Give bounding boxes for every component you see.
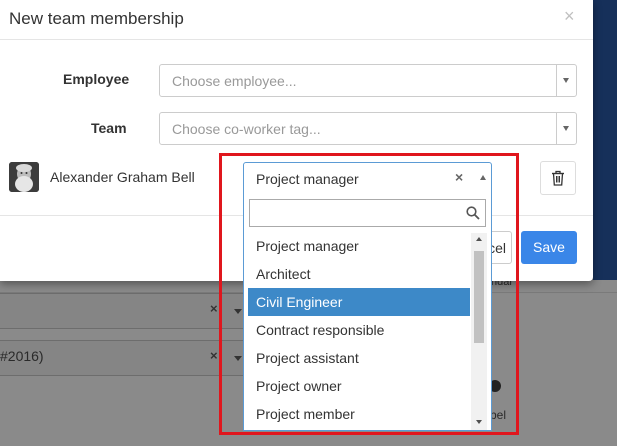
employee-select-toggle[interactable]: [556, 65, 576, 96]
dropdown-option[interactable]: Project owner: [248, 372, 470, 400]
clear-icon[interactable]: ×: [455, 169, 463, 185]
dropdown-search-input[interactable]: [249, 199, 486, 227]
scroll-down-icon[interactable]: [476, 420, 482, 424]
avatar: [9, 162, 39, 192]
save-button[interactable]: Save: [521, 231, 577, 264]
avatar-portrait: [9, 162, 39, 192]
dropdown-option[interactable]: Project assistant: [248, 344, 470, 372]
employee-label: Employee: [63, 71, 130, 87]
background-caret-icon: [234, 309, 242, 314]
role-selected-value: Project manager: [256, 171, 359, 187]
scroll-up-icon[interactable]: [476, 237, 482, 241]
dropdown-option[interactable]: Project member: [248, 400, 470, 428]
employee-select[interactable]: Choose employee...: [159, 64, 577, 97]
dropdown-option[interactable]: Project manager: [248, 232, 470, 260]
background-sidebar-strip: [593, 0, 617, 280]
team-select[interactable]: Choose co-worker tag...: [159, 112, 577, 145]
chevron-up-icon[interactable]: [480, 175, 486, 180]
team-label: Team: [91, 120, 127, 136]
team-placeholder: Choose co-worker tag...: [172, 121, 321, 137]
scroll-thumb[interactable]: [474, 251, 484, 343]
modal-header: New team membership ×: [0, 0, 593, 40]
dropdown-option[interactable]: Architect: [248, 260, 470, 288]
dropdown-option[interactable]: Contract responsible: [248, 316, 470, 344]
chevron-down-icon: [563, 78, 569, 83]
background-clear-icon-2: ×: [210, 348, 218, 363]
role-select[interactable]: Project manager ×: [243, 162, 492, 196]
background-clear-icon: ×: [210, 301, 218, 316]
background-partial-label-2: bel: [490, 408, 507, 422]
background-ref-text: #2016): [0, 348, 44, 364]
modal-title: New team membership: [9, 9, 184, 28]
member-name: Alexander Graham Bell: [50, 169, 195, 185]
chevron-down-icon: [563, 126, 569, 131]
background-caret-icon-2: [234, 356, 242, 361]
employee-placeholder: Choose employee...: [172, 73, 297, 89]
dropdown-option[interactable]: Civil Engineer: [248, 288, 470, 316]
dropdown-scrollbar[interactable]: [471, 233, 487, 430]
trash-icon: [552, 170, 564, 186]
role-dropdown: Project manager Architect Civil Engineer Co…: [243, 195, 492, 431]
team-select-toggle[interactable]: [556, 113, 576, 144]
dropdown-options: Project manager Architect Civil Engineer Co…: [248, 232, 470, 428]
search-icon: [466, 206, 480, 220]
delete-member-button[interactable]: [540, 161, 576, 195]
close-icon[interactable]: ×: [564, 6, 575, 27]
